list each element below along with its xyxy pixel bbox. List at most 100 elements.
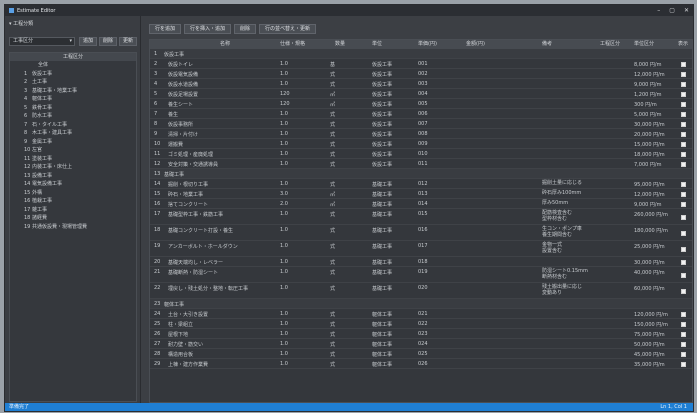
cell-unit[interactable]: 式 [330, 285, 335, 292]
cell-no[interactable]: 24 [154, 311, 160, 317]
cell-qty[interactable]: 1.0 [280, 331, 288, 337]
cell-tax[interactable]: 35,000 円/m [634, 361, 665, 368]
tree-item[interactable]: 13 設備工事 [10, 172, 136, 181]
column-header[interactable]: 単価(円) [418, 40, 437, 49]
cell-qty[interactable]: 1.0 [280, 285, 288, 291]
tree-item[interactable]: 4 躯体工事 [10, 95, 136, 104]
cell-cat[interactable]: 仮設工事 [372, 111, 392, 118]
cell-unit[interactable]: 式 [330, 243, 335, 250]
tree-item[interactable]: 2 土工事 [10, 78, 136, 87]
group-row[interactable]: 1 仮設工事 [150, 49, 692, 59]
cell-no[interactable]: 2 [154, 61, 157, 67]
cell-unit[interactable]: 式 [330, 351, 335, 358]
cell-qty[interactable]: 2.0 [280, 201, 288, 207]
cell-tax[interactable]: 25,000 円/m [634, 243, 665, 250]
table-row[interactable]: 29 上棟・建方作業費 1.0 式 躯体工事 026 35,000 円/m [150, 359, 692, 369]
cell-name[interactable]: 仮設トイレ [168, 61, 193, 68]
visible-checkbox[interactable] [681, 101, 686, 107]
cell-note[interactable]: 砕石厚み100mm [542, 190, 581, 196]
cell-code[interactable]: 003 [418, 81, 428, 87]
cell-unit[interactable]: 式 [330, 71, 335, 78]
cell-qty[interactable]: 1.0 [280, 141, 288, 147]
column-header[interactable]: 名称 [220, 40, 230, 49]
tree-item[interactable]: 8 木工事・建具工事 [10, 129, 136, 138]
cell-code[interactable]: 008 [418, 131, 428, 137]
visible-checkbox[interactable] [681, 246, 686, 252]
cell-no[interactable]: 26 [154, 331, 160, 337]
cell-cat[interactable]: 仮設工事 [372, 61, 392, 68]
visible-checkbox[interactable] [681, 131, 686, 137]
cell-unit[interactable]: 基 [330, 61, 335, 68]
cell-no[interactable]: 5 [154, 91, 157, 97]
table-row[interactable]: 9 清掃・片付け 1.0 式 仮設工事 008 20,000 円/m [150, 129, 692, 139]
cell-tax[interactable]: 12,000 円/m [634, 191, 665, 198]
cell-tax[interactable]: 9,000 円/m [634, 201, 661, 208]
cell-note[interactable]: 防湿シート0.15mm 断熱材含む [542, 268, 588, 280]
cell-name[interactable]: 仮設足場設置 [168, 91, 198, 98]
cell-code[interactable]: 013 [418, 191, 428, 197]
column-header[interactable]: 仕様・規格 [280, 40, 305, 49]
cell-note[interactable]: 掘削土量に応じる [542, 180, 582, 186]
cell-note[interactable]: 金物一式 設置含む [542, 242, 562, 254]
cell-cat[interactable]: 仮設工事 [372, 81, 392, 88]
cell-qty[interactable]: 1.0 [280, 181, 288, 187]
tree-item[interactable]: 15 外構 [10, 189, 136, 198]
cell-no[interactable]: 11 [154, 151, 160, 157]
cell-cat[interactable]: 仮設工事 [372, 101, 392, 108]
table-row[interactable]: 24 土台・大引き設置 1.0 式 躯体工事 021 120,000 円/m [150, 309, 692, 319]
cell-no[interactable]: 29 [154, 361, 160, 367]
table-row[interactable]: 8 仮設事務所 1.0 式 仮設工事 007 30,000 円/m [150, 119, 692, 129]
cell-name[interactable]: 柱・梁組立 [168, 321, 193, 328]
close-button[interactable]: ✕ [684, 7, 689, 14]
cell-qty[interactable]: 120 [280, 101, 290, 107]
table-row[interactable]: 2 仮設トイレ 1.0 基 仮設工事 001 8,000 円/m [150, 59, 692, 69]
cell-unit[interactable]: 式 [330, 161, 335, 168]
table-row[interactable]: 22 埋戻し・残土処分・整地・転圧工事 1.0 式 基礎工事 020 残土搬出量に応じ 変動… [150, 283, 692, 299]
cell-cat[interactable]: 基礎工事 [372, 243, 392, 250]
cell-tax[interactable]: 180,000 円/m [634, 227, 668, 234]
tree-item[interactable]: 12 内装工事・床仕上 [10, 163, 136, 172]
cell-tax[interactable]: 7,000 円/m [634, 161, 661, 168]
visible-checkbox[interactable] [681, 141, 686, 147]
cell-name[interactable]: アンカーボルト・ホールダウン [168, 243, 238, 250]
table-row[interactable]: 21 基礎断熱・防湿シート 1.0 式 基礎工事 019 防湿シート0.15mm 断熱材含む… [150, 267, 692, 283]
update-category-button[interactable]: 更新 [119, 37, 137, 46]
cell-tax[interactable]: 45,000 円/m [634, 351, 665, 358]
cell-tax[interactable]: 18,000 円/m [634, 151, 665, 158]
cell-tax[interactable]: 40,000 円/m [634, 269, 665, 276]
tree-item[interactable]: 14 電気設備工事 [10, 180, 136, 189]
cell-tax[interactable]: 8,000 円/m [634, 61, 661, 68]
cell-cat[interactable]: 仮設工事 [372, 121, 392, 128]
cell-unit[interactable]: 式 [330, 211, 335, 218]
cell-qty[interactable]: 1.0 [280, 243, 288, 249]
tree-item[interactable]: 18 諸経費 [10, 214, 136, 223]
cell-qty[interactable]: 1.0 [280, 341, 288, 347]
visible-checkbox[interactable] [681, 181, 686, 187]
cell-unit[interactable]: 式 [330, 321, 335, 328]
visible-checkbox[interactable] [681, 230, 686, 236]
table-row[interactable]: 11 ゴミ処理・産廃処理 1.0 式 仮設工事 010 18,000 円/m [150, 149, 692, 159]
cell-qty[interactable]: 1.0 [280, 259, 288, 265]
table-row[interactable]: 17 基礎型枠工事・鉄筋工事 1.0 式 基礎工事 015 配筋検査含む 型枠材含む 260,… [150, 209, 692, 225]
cell-code[interactable]: 016 [418, 227, 428, 233]
cell-cat[interactable]: 基礎工事 [372, 201, 392, 208]
cell-code[interactable]: 015 [418, 211, 428, 217]
maximize-button[interactable]: ▢ [669, 7, 675, 14]
table-row[interactable]: 27 耐力壁・筋交い 1.0 式 躯体工事 024 50,000 円/m [150, 339, 692, 349]
cell-code[interactable]: 007 [418, 121, 428, 127]
tree-item[interactable]: 全体 [10, 61, 136, 70]
cell-name[interactable]: 掘削・根切り工事 [168, 181, 208, 188]
cell-tax[interactable]: 20,000 円/m [634, 131, 665, 138]
cell-code[interactable]: 010 [418, 151, 428, 157]
cell-code[interactable]: 002 [418, 71, 428, 77]
cell-note[interactable]: 残土搬出量に応じ 変動あり [542, 284, 582, 296]
cell-cat[interactable]: 仮設工事 [372, 131, 392, 138]
tree-item[interactable]: 10 左官 [10, 146, 136, 155]
cell-qty[interactable]: 1.0 [280, 151, 288, 157]
visible-checkbox[interactable] [681, 272, 686, 278]
table-row[interactable]: 18 基礎コンクリート打設・養生 1.0 式 基礎工事 016 生コン・ポンプ車 養生期間含… [150, 225, 692, 241]
cell-qty[interactable]: 1.0 [280, 161, 288, 167]
cell-code[interactable]: 012 [418, 181, 428, 187]
cell-no[interactable]: 21 [154, 269, 160, 275]
cell-name[interactable]: 基礎天端均し・レベラー [168, 259, 223, 266]
